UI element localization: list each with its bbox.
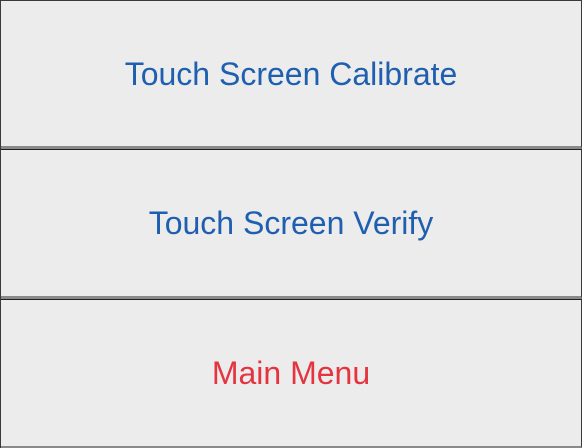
touch-screen-verify-button[interactable]: Touch Screen Verify — [1, 149, 582, 299]
touch-screen-verify-label: Touch Screen Verify — [148, 204, 434, 241]
main-menu-button[interactable]: Main Menu — [1, 298, 582, 448]
touch-screen-calibrate-label: Touch Screen Calibrate — [124, 55, 458, 92]
main-menu-label: Main Menu — [211, 354, 371, 391]
touch-screen-menu: Touch Screen Calibrate Touch Screen Veri… — [0, 0, 582, 448]
touch-screen-calibrate-button[interactable]: Touch Screen Calibrate — [1, 0, 582, 150]
